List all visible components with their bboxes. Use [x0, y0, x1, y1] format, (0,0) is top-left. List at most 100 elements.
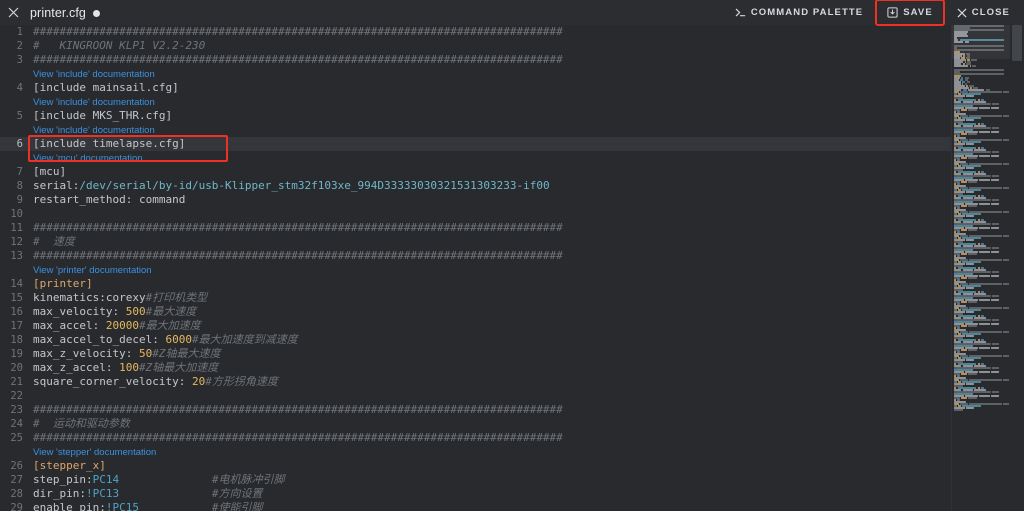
code-line[interactable]: 24 # 运动和驱动参数 [0, 417, 952, 431]
code-token: max_accel_to_decel: [33, 333, 166, 346]
code-line[interactable]: 26 [stepper_x] [0, 459, 952, 473]
scrollbar-thumb[interactable] [1012, 25, 1022, 61]
page-title: printer.cfg [30, 5, 86, 20]
codelens-label[interactable]: View 'include' documentation [30, 123, 155, 137]
code-line-active[interactable]: 6 [include timelapse.cfg] [0, 137, 952, 151]
minimap-segment [961, 181, 968, 183]
code-token: 6000 [165, 333, 192, 346]
line-number: 14 [10, 278, 23, 290]
minimap-segment [968, 109, 978, 111]
minimap-segment [978, 251, 991, 253]
code-editor[interactable]: 1 #######################################… [0, 25, 952, 511]
minimap-segment [991, 203, 999, 205]
minimap-segment [968, 253, 978, 255]
minimap-segment [966, 81, 970, 83]
code-line[interactable]: 15 kinematics:corexy#打印机类型 [0, 291, 952, 305]
code-text: restart_method: command [30, 193, 952, 207]
codelens-link: View 'printer' documentation [0, 263, 952, 277]
codelens-label[interactable]: View 'stepper' documentation [30, 445, 156, 459]
minimap-segment [1003, 355, 1009, 357]
codelens-label[interactable]: View 'include' documentation [30, 67, 155, 81]
codelens-label[interactable]: View 'printer' documentation [30, 263, 152, 277]
code-token: [include MKS_THR.cfg] [33, 109, 173, 122]
minimap-segment [1003, 307, 1009, 309]
minimap-segment [1003, 331, 1009, 333]
vertical-scrollbar[interactable] [1010, 25, 1024, 511]
minimap-segment [991, 299, 999, 301]
code-line[interactable]: 20 max_z_accel: 100#Z轴最大加速度 [0, 361, 952, 375]
line-number: 28 [10, 488, 23, 500]
close-icon[interactable] [0, 0, 26, 25]
code-token: dir_pin: [33, 487, 86, 500]
code-line[interactable]: 29 enable_pin:!PC15 #使能引脚 [0, 501, 952, 511]
code-line[interactable]: 4 [include mainsail.cfg] [0, 81, 952, 95]
minimap-slider[interactable] [952, 25, 1010, 59]
minimap-segment [961, 277, 968, 279]
minimap[interactable] [952, 25, 1010, 511]
code-line[interactable]: 8 serial:/dev/serial/by-id/usb-Klipper_st… [0, 179, 952, 193]
code-token: #Z轴最大加速度 [138, 361, 219, 374]
line-number: 25 [10, 432, 23, 444]
code-line[interactable]: 14 [printer] [0, 277, 952, 291]
code-line[interactable]: 28 dir_pin:!PC13 #方向设置 [0, 487, 952, 501]
line-number: 19 [10, 348, 23, 360]
code-token: #打印机类型 [145, 291, 208, 304]
minimap-segment [991, 275, 999, 277]
code-line[interactable]: 5 [include MKS_THR.cfg] [0, 109, 952, 123]
code-token: kinematics:corexy [33, 291, 146, 304]
code-text: ########################################… [30, 25, 952, 39]
code-token: 500 [125, 305, 146, 318]
command-palette-button[interactable]: COMMAND PALETTE [727, 3, 871, 22]
line-number: 6 [16, 138, 23, 150]
code-token: serial: [33, 179, 80, 192]
titlebar-actions: COMMAND PALETTE SAVE CLOSE [727, 0, 1024, 26]
minimap-segment [961, 133, 968, 135]
minimap-segment [968, 133, 978, 135]
minimap-segment [1003, 379, 1009, 381]
code-lines[interactable]: 1 #######################################… [0, 25, 952, 511]
code-line[interactable]: 12 # 速度 [0, 235, 952, 249]
code-line[interactable]: 7 [mcu] [0, 165, 952, 179]
code-line[interactable]: 13 ######################################… [0, 249, 952, 263]
code-line[interactable]: 1 #######################################… [0, 25, 952, 39]
code-line[interactable]: 19 max_z_velocity: 50#Z轴最大速度 [0, 347, 952, 361]
minimap-segment [1003, 139, 1009, 141]
minimap-segment [968, 373, 978, 375]
code-token: ########################################… [33, 221, 563, 234]
save-button[interactable]: SAVE [879, 3, 941, 22]
line-number: 11 [10, 222, 23, 234]
code-line[interactable]: 2 # KINGROON KLP1 V2.2-230 [0, 39, 952, 53]
minimap-segment [992, 319, 999, 321]
code-token: max_z_velocity: [33, 347, 139, 360]
line-number: 23 [10, 404, 23, 416]
code-line[interactable]: 9 restart_method: command [0, 193, 952, 207]
code-line[interactable]: 25 ######################################… [0, 431, 952, 445]
code-token: !PC13 [85, 487, 120, 500]
code-line[interactable]: 21 square_corner_velocity: 20#方形拐角速度 [0, 375, 952, 389]
minimap-segment [966, 383, 974, 385]
codelens-label[interactable]: View 'mcu' documentation [30, 151, 143, 165]
code-line[interactable]: 27 step_pin:PC14 #电机脉冲引脚 [0, 473, 952, 487]
code-line[interactable]: 16 max_velocity: 500#最大速度 [0, 305, 952, 319]
codelens-label[interactable]: View 'include' documentation [30, 95, 155, 109]
minimap-segment [992, 247, 999, 249]
minimap-segment [992, 343, 999, 345]
line-number: 24 [10, 418, 23, 430]
close-editor-button[interactable]: CLOSE [949, 3, 1018, 22]
code-line[interactable]: 17 max_accel: 20000#最大加速度 [0, 319, 952, 333]
minimap-segment [992, 367, 999, 369]
code-line[interactable]: 10 [0, 207, 952, 221]
code-line[interactable]: 18 max_accel_to_decel: 6000#最大加速度到减速度 [0, 333, 952, 347]
code-line[interactable]: 3 #######################################… [0, 53, 952, 67]
minimap-segment [968, 349, 978, 351]
code-text: dir_pin:!PC13 #方向设置 [30, 487, 952, 501]
codelens-link: View 'include' documentation [0, 123, 952, 137]
codelens-link: View 'include' documentation [0, 67, 952, 81]
minimap-segment [961, 157, 968, 159]
minimap-segment [966, 191, 974, 193]
minimap-segment [991, 155, 999, 157]
code-line[interactable]: 11 ######################################… [0, 221, 952, 235]
code-line[interactable]: 22 [0, 389, 952, 403]
code-line[interactable]: 23 ######################################… [0, 403, 952, 417]
minimap-segment [966, 95, 974, 97]
